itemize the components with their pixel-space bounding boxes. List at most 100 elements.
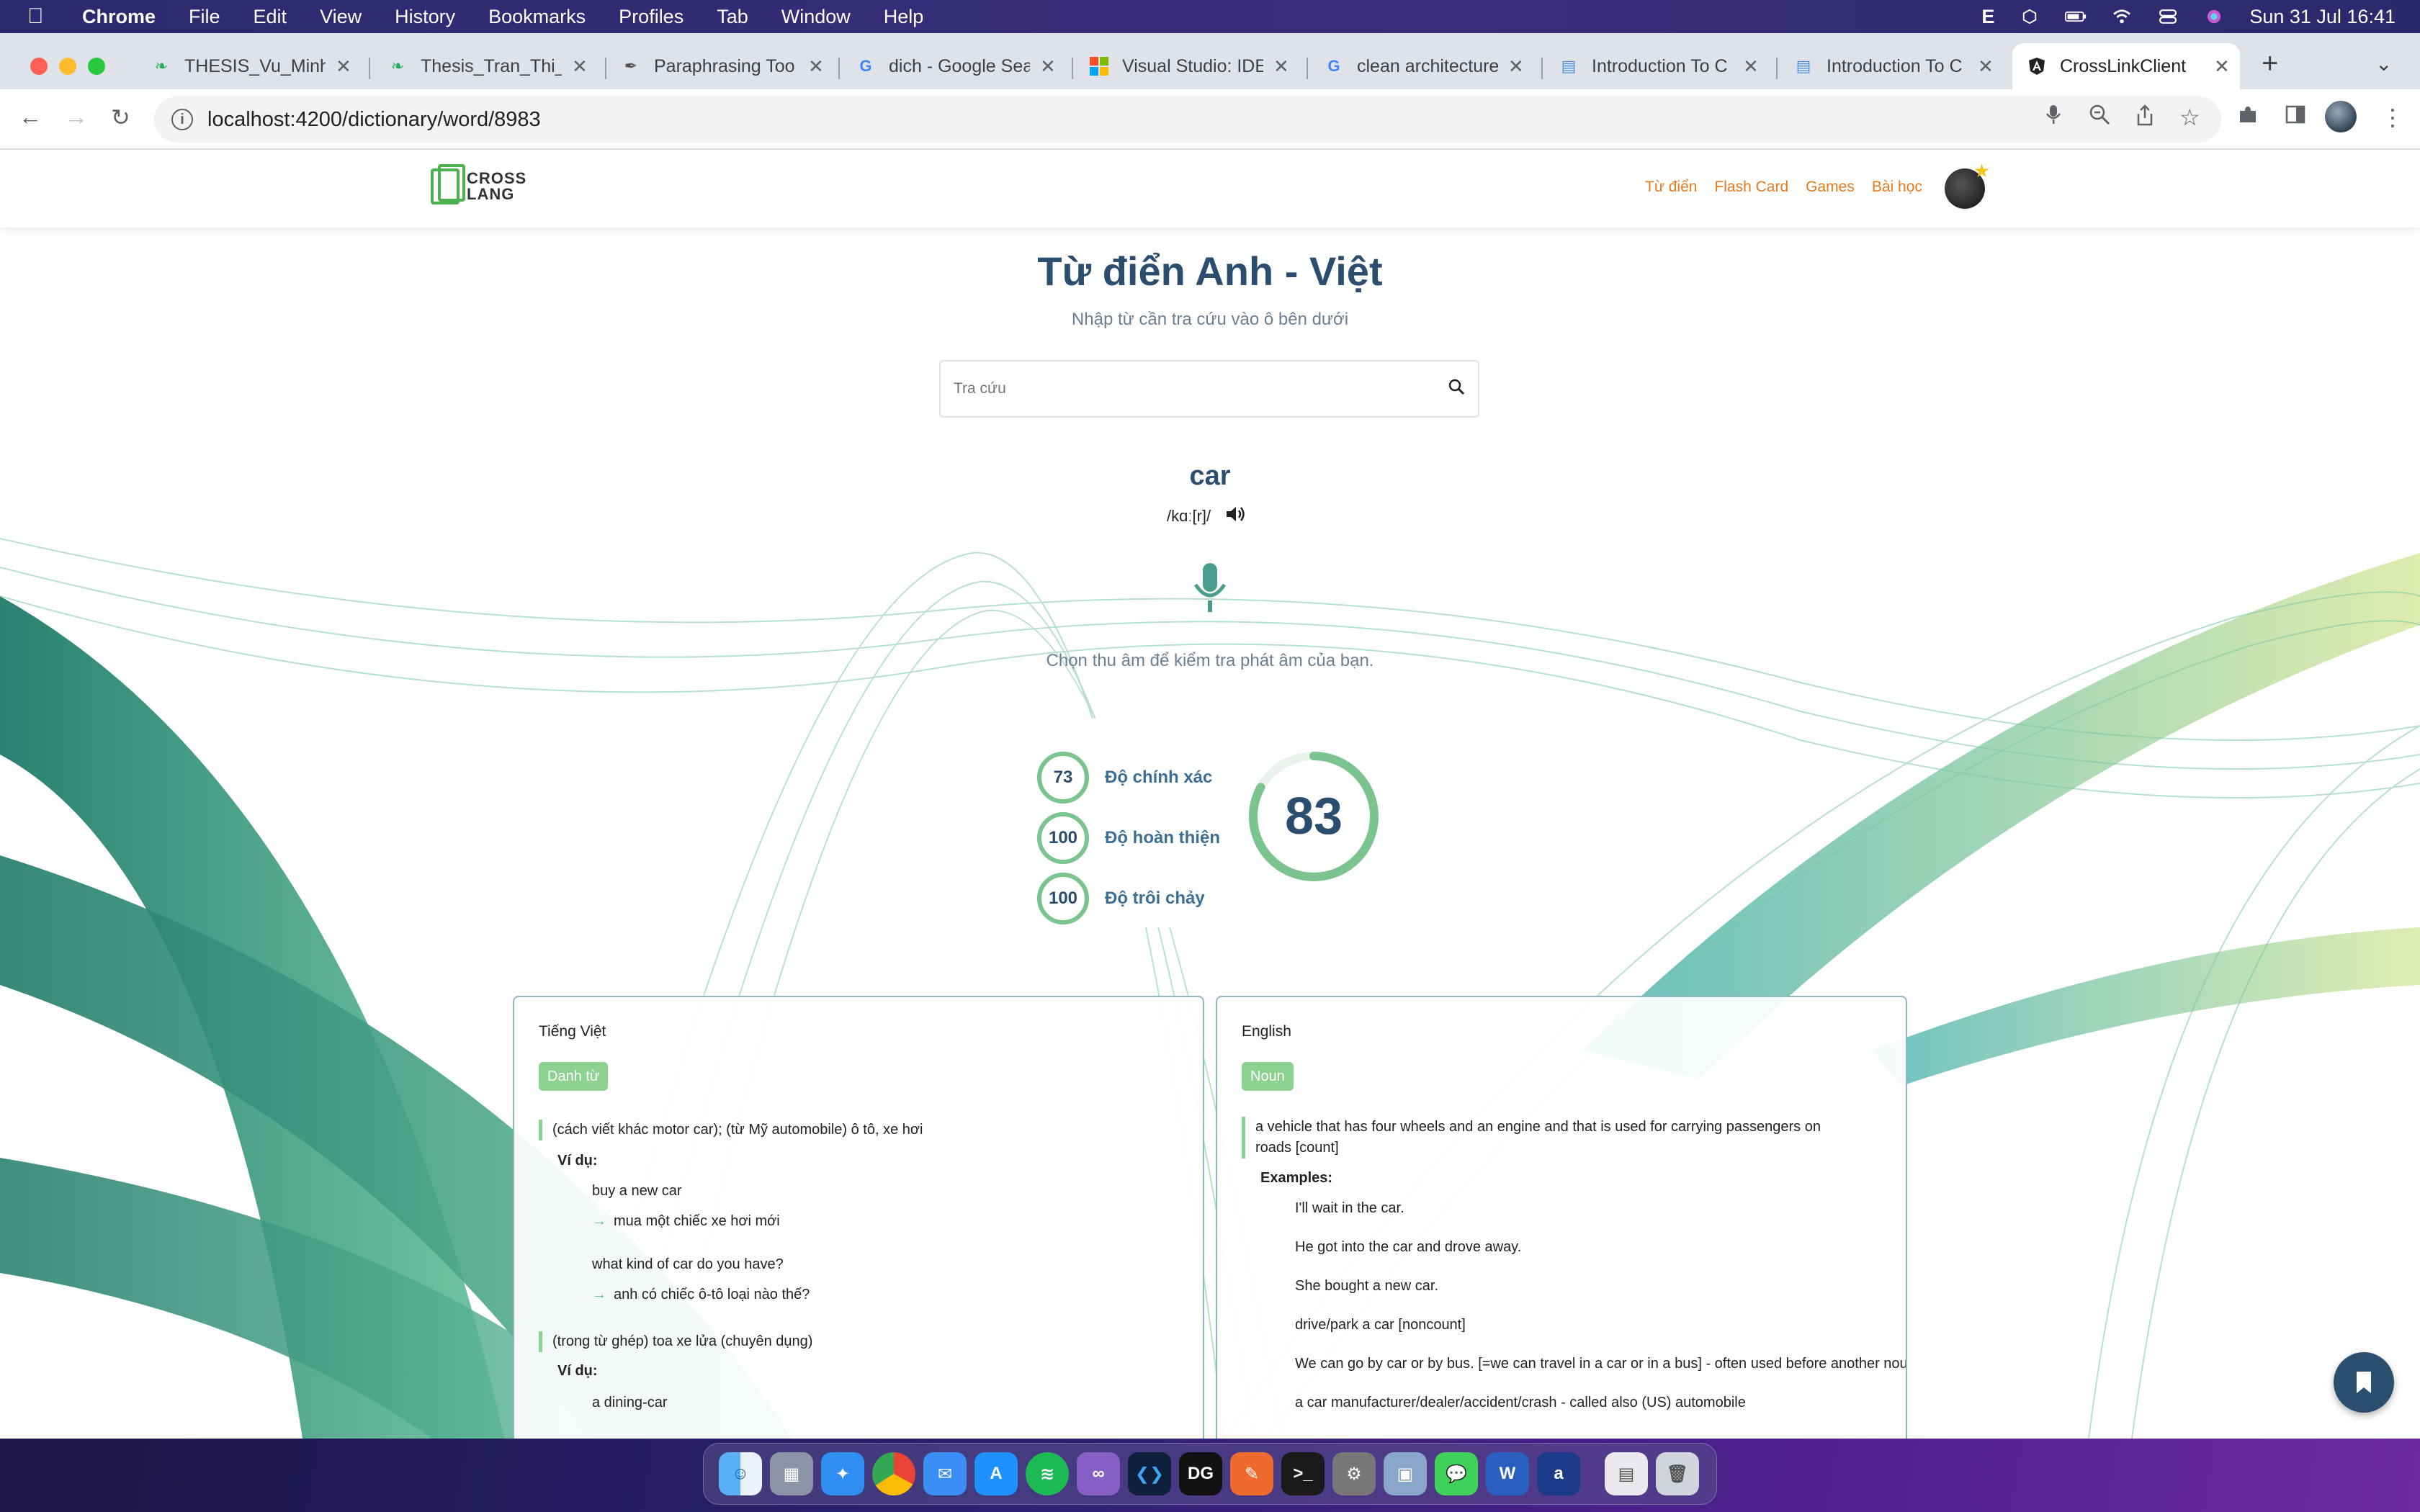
visual-studio-icon[interactable]: ∞: [1077, 1452, 1120, 1495]
tab-label: THESIS_Vu_Minh: [184, 55, 326, 76]
tab-close-icon[interactable]: ✕: [336, 55, 351, 78]
angular-icon: [2027, 56, 2047, 76]
reload-icon[interactable]: ↻: [111, 104, 130, 131]
tab-visual-studio[interactable]: Visual Studio: IDE ✕: [1089, 43, 1289, 89]
document-icon[interactable]: ▤: [1605, 1452, 1648, 1495]
profile-avatar[interactable]: [2325, 101, 2357, 132]
tab-close-icon[interactable]: ✕: [1273, 55, 1289, 78]
battery-icon[interactable]: [2065, 9, 2087, 24]
pen-app-icon[interactable]: ✎: [1230, 1452, 1273, 1495]
site-info-icon[interactable]: i: [171, 109, 193, 130]
nav-lessons[interactable]: Bài học: [1872, 179, 1922, 196]
bookmark-star-icon[interactable]: ☆: [2179, 104, 2200, 131]
system-preferences-icon[interactable]: ⚙: [1332, 1452, 1376, 1495]
tab-paraphrasing-tool[interactable]: ✒ Paraphrasing Too ✕: [621, 43, 824, 89]
menu-file[interactable]: File: [189, 6, 220, 28]
app-store-icon[interactable]: A: [974, 1452, 1018, 1495]
tab-close-icon[interactable]: ✕: [572, 55, 588, 78]
crosslang-logo[interactable]: CROSS LANG: [431, 164, 526, 204]
menu-window[interactable]: Window: [781, 6, 851, 28]
vietnamese-definition-card: Tiếng Việt Danh từ (cách viết khác motor…: [513, 996, 1204, 1439]
menu-tab[interactable]: Tab: [717, 6, 748, 28]
wifi-icon[interactable]: [2111, 9, 2133, 24]
spotify-icon[interactable]: ≋: [1026, 1452, 1069, 1495]
new-tab-plus-icon[interactable]: +: [2262, 48, 2278, 80]
nav-dictionary[interactable]: Từ điển: [1645, 179, 1697, 196]
menu-help[interactable]: Help: [884, 6, 924, 28]
mail-icon[interactable]: ✉: [923, 1452, 967, 1495]
messages-icon[interactable]: 💬: [1435, 1452, 1478, 1495]
tab-label: CrossLinkClient: [2060, 55, 2187, 76]
tab-close-icon[interactable]: ✕: [1040, 55, 1056, 78]
preview-icon[interactable]: ▣: [1384, 1452, 1427, 1495]
word-phonetic: /kɑː[r]/: [1167, 507, 1211, 525]
feather-icon: ✒: [624, 57, 638, 75]
siri-icon[interactable]: [2203, 9, 2225, 24]
control-center-icon[interactable]: [2157, 9, 2179, 24]
microphone-icon[interactable]: [2045, 104, 2061, 125]
menu-bookmarks[interactable]: Bookmarks: [488, 6, 586, 28]
nav-flash-card[interactable]: Flash Card: [1714, 179, 1788, 196]
chrome-icon[interactable]: [872, 1452, 915, 1495]
window-close-button[interactable]: [30, 58, 48, 75]
bookmark-floating-button[interactable]: [2334, 1352, 2394, 1413]
menu-app-chrome[interactable]: Chrome: [82, 6, 156, 28]
menu-clock[interactable]: Sun 31 Jul 16:41: [2249, 6, 2396, 28]
tab-introduction-1[interactable]: ▤ Introduction To C ✕: [1559, 43, 1759, 89]
tab-divider: [1541, 58, 1543, 79]
anydesk-icon[interactable]: a: [1537, 1452, 1580, 1495]
datagrip-icon[interactable]: DG: [1179, 1452, 1222, 1495]
tab-introduction-2[interactable]: ▤ Introduction To C ✕: [1793, 43, 1994, 89]
cube-icon[interactable]: [2019, 9, 2040, 24]
tab-crosslinkclient[interactable]: CrossLinkClient ✕: [2012, 43, 2240, 89]
doc-icon: ▤: [1561, 57, 1577, 75]
tab-close-icon[interactable]: ✕: [2214, 55, 2230, 78]
back-arrow-icon[interactable]: ←: [19, 104, 42, 130]
trash-icon[interactable]: 🗑: [1656, 1452, 1699, 1495]
score-ring: 73: [1037, 752, 1089, 804]
address-url[interactable]: localhost:4200/dictionary/word/8983: [207, 108, 541, 132]
tab-divider: [1307, 58, 1308, 79]
share-icon[interactable]: [2135, 104, 2155, 127]
zoom-icon[interactable]: [2089, 104, 2110, 125]
forward-arrow-icon[interactable]: →: [65, 104, 88, 130]
tab-close-icon[interactable]: ✕: [1508, 55, 1524, 78]
safari-icon[interactable]: ✦: [821, 1452, 864, 1495]
tab-close-icon[interactable]: ✕: [1978, 55, 1994, 78]
vscode-icon[interactable]: ❮❯: [1128, 1452, 1171, 1495]
tab-google-dich[interactable]: G dich - Google Sea ✕: [856, 43, 1056, 89]
finder-icon[interactable]: ☺: [719, 1452, 762, 1495]
tab-close-icon[interactable]: ✕: [1743, 55, 1759, 78]
launchpad-icon[interactable]: ▦: [770, 1452, 813, 1495]
window-zoom-button[interactable]: [88, 58, 105, 75]
main-nav: Từ điển Flash Card Games Bài học: [1645, 179, 1922, 196]
score-label: Độ chính xác: [1105, 768, 1213, 787]
tab-thesis-vu-minh[interactable]: ❧ THESIS_Vu_Minh ✕: [151, 43, 351, 89]
side-panel-icon[interactable]: [2285, 104, 2306, 125]
page-subtitle: Nhập từ cần tra cứu vào ô bên dưới: [1071, 310, 1349, 329]
example-en: a car manufacturer/dealer/accident/crash…: [1295, 1395, 1746, 1410]
word-icon[interactable]: W: [1486, 1452, 1529, 1495]
speaker-icon[interactable]: [1224, 504, 1246, 529]
address-bar[interactable]: i localhost:4200/dictionary/word/8983: [154, 96, 2221, 143]
menu-profiles[interactable]: Profiles: [619, 6, 684, 28]
tab-close-icon[interactable]: ✕: [808, 55, 824, 78]
extensions-icon[interactable]: [2237, 104, 2259, 125]
search-input[interactable]: [954, 380, 1435, 397]
menu-history[interactable]: History: [395, 6, 455, 28]
search-icon[interactable]: [1435, 377, 1478, 400]
tab-google-clean-architecture[interactable]: G clean architecture ✕: [1324, 43, 1524, 89]
premium-star-icon: ★: [1973, 160, 1991, 181]
menu-view[interactable]: View: [320, 6, 362, 28]
menu-edit[interactable]: Edit: [254, 6, 287, 28]
score-label: Độ hoàn thiện: [1105, 828, 1220, 847]
chrome-menu-kebab-icon[interactable]: ⋮: [2381, 104, 2404, 131]
tab-thesis-tran-thi[interactable]: ❧ Thesis_Tran_Thi_ ✕: [387, 43, 588, 89]
window-minimize-button[interactable]: [59, 58, 76, 75]
record-microphone-icon[interactable]: [1187, 560, 1233, 621]
status-e-icon[interactable]: E: [1981, 6, 1994, 28]
nav-games[interactable]: Games: [1806, 179, 1855, 196]
apple-icon[interactable]: : [27, 4, 60, 29]
tab-search-chevron-icon[interactable]: ⌄: [2375, 52, 2392, 76]
terminal-icon[interactable]: >_: [1281, 1452, 1325, 1495]
